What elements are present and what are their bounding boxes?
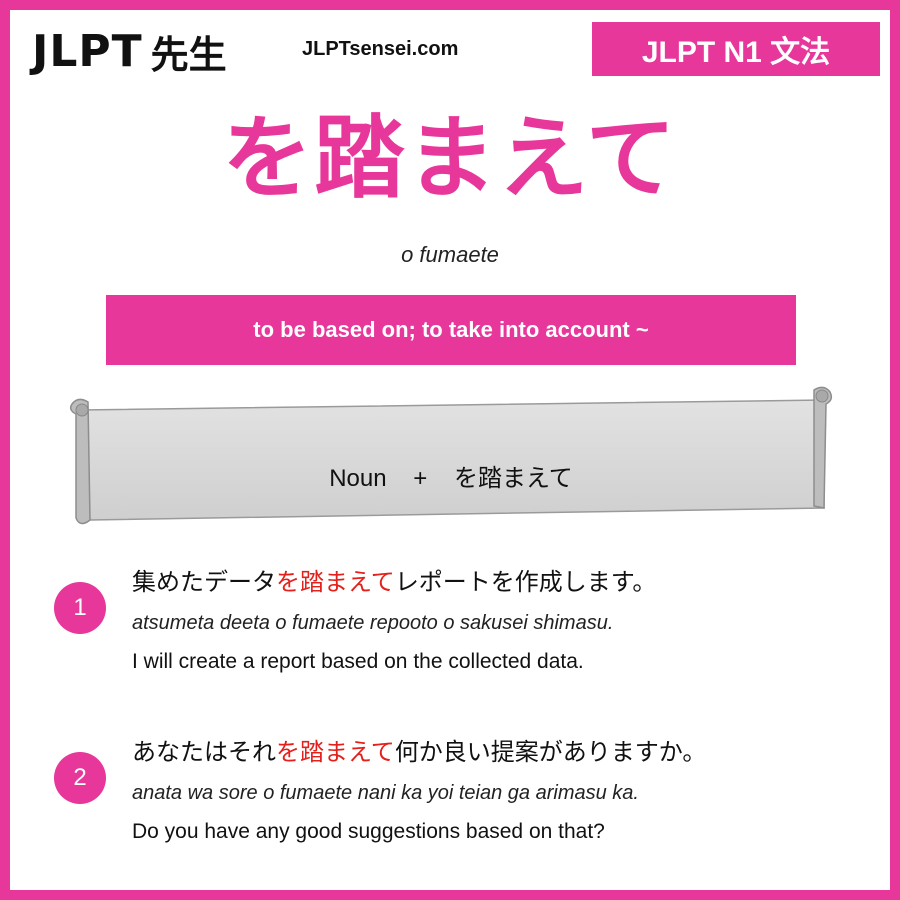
formula: Noun + を踏まえて [66,458,836,493]
example-jp-after: レポートを作成します。 [394,568,657,596]
example-jp-before: あなたはそれ [132,738,276,766]
level-badge: JLPT N1 文法 [592,22,880,76]
example-jp-highlight: を踏まえて [276,738,395,766]
logo-jlpt-text: JLPT [32,26,143,77]
example-japanese: あなたはそれを踏まえて何か良い提案がありますか。 [132,732,706,767]
jlpt-sensei-logo[interactable]: JLPT 先生 [32,24,227,79]
formula-right: を踏まえて [453,465,573,492]
example-english: I will create a report based on the coll… [132,650,584,673]
example-number-badge: 2 [54,752,106,804]
example-romaji: anata wa sore o fumaete nani ka yoi teia… [132,782,639,804]
example-jp-before: 集めたデータ [132,568,276,596]
site-link[interactable]: JLPTsensei.com [302,38,458,61]
logo-sensei-kanji: 先生 [150,33,227,77]
formula-scroll: Noun + を踏まえて [66,380,836,530]
example-jp-after: 何か良い提案がありますか。 [394,738,707,766]
grammar-meaning-banner: to be based on; to take into account ~ [106,295,796,365]
grammar-meaning: to be based on; to take into account ~ [253,317,649,342]
example-english: Do you have any good suggestions based o… [132,820,605,843]
grammar-card: JLPT 先生 JLPTsensei.com JLPT N1 文法 を踏まえて … [10,10,890,890]
example-japanese: 集めたデータを踏まえてレポートを作成します。 [132,562,656,597]
example-romaji: atsumeta deeta o fumaete repooto o sakus… [132,612,614,634]
formula-operator: + [413,465,428,492]
example-number-badge: 1 [54,582,106,634]
example-jp-highlight: を踏まえて [276,568,395,596]
grammar-romaji: o fumaete [401,242,499,267]
grammar-title: を踏まえて [222,106,678,211]
scroll-icon [69,386,833,525]
formula-left: Noun [329,465,387,492]
